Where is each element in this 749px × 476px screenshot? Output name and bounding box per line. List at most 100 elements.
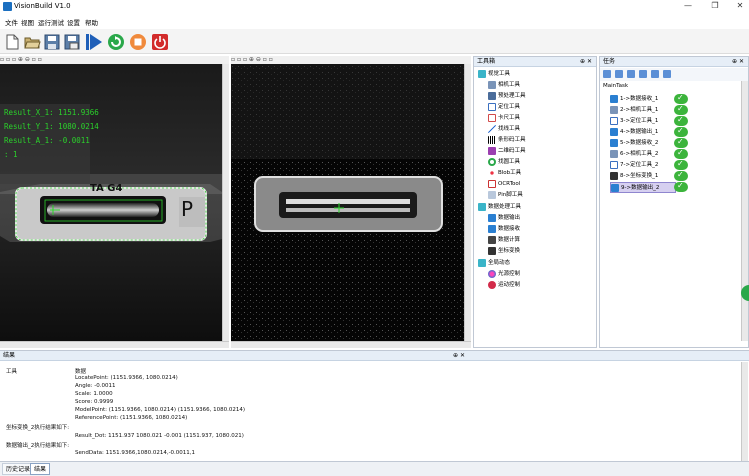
tool-preprocess[interactable]: 预处理工具 <box>488 91 526 101</box>
menu-file[interactable]: 文件 <box>5 17 18 27</box>
tool-locate[interactable]: 定位工具 <box>488 102 520 112</box>
task-item-4[interactable]: 4->数据输出_1 <box>610 127 676 138</box>
image2-tool-icons[interactable]: ▫ ▫ ▫ ⊕ ⊖ ▫ ▫ <box>231 56 273 63</box>
menu-view[interactable]: 视图 <box>21 17 34 27</box>
task-add-icon[interactable] <box>603 70 611 78</box>
result-panel: 结果 ⊕ ✕ 工具 数据 LocatePoint: (1151.9366, 10… <box>0 350 749 461</box>
image-view-1[interactable]: Result_X_1: 1151.9366 Result_Y_1: 1080.0… <box>0 64 222 341</box>
image1-hscrollbar[interactable] <box>0 341 229 348</box>
overlay-result-x: Result_X_1: 1151.9366 <box>4 108 99 117</box>
tool-qrcode[interactable]: 二维码工具 <box>488 146 526 156</box>
task-panel: 任务 ⊕ ✕ MainTask 1->数据接收_1 2->相机工具_1 3->定… <box>599 56 749 348</box>
overlay-result-y: Result_Y_1: 1080.0214 <box>4 122 99 131</box>
tool-data-receive[interactable]: 数据接收 <box>488 224 520 234</box>
task-copy-icon[interactable] <box>627 70 635 78</box>
save-as-icon[interactable] <box>63 33 81 51</box>
loop-run-icon[interactable] <box>107 33 125 51</box>
locate-icon <box>488 102 496 111</box>
folder-icon <box>478 202 486 211</box>
close-button[interactable]: ✕ <box>728 0 749 12</box>
status-ok-icon <box>674 115 688 126</box>
status-ok-icon <box>674 181 688 192</box>
new-file-icon[interactable] <box>3 33 21 51</box>
locate-icon <box>610 116 618 125</box>
status-ok-icon <box>674 148 688 159</box>
upload-icon <box>488 213 496 222</box>
part-label-ta: TA G4 <box>90 183 123 194</box>
toolbox-pin-icon[interactable]: ⊕ ✕ <box>580 57 592 67</box>
result-col-tool: 工具 <box>6 369 18 375</box>
maximize-button[interactable]: ❐ <box>703 0 727 12</box>
tool-data-output[interactable]: 数据输出 <box>488 213 520 223</box>
result-line: Angle: -0.0011 <box>75 383 116 389</box>
save-icon[interactable] <box>43 33 61 51</box>
stop-icon[interactable] <box>129 33 147 51</box>
task-move-up-icon[interactable] <box>639 70 647 78</box>
task-item-5[interactable]: 5->数据接收_2 <box>610 138 676 149</box>
barcode-icon <box>488 135 496 144</box>
result-line: Scale: 1.0000 <box>75 391 113 397</box>
menu-run-test[interactable]: 运行测试 <box>38 17 64 27</box>
caliper-icon <box>488 113 496 122</box>
task-move-down-icon[interactable] <box>651 70 659 78</box>
tool-data-calc[interactable]: 数据计算 <box>488 235 520 245</box>
result-vscrollbar[interactable] <box>741 362 748 461</box>
image1-tool-icons[interactable]: ▫ ▫ ▫ ⊕ ⊖ ▫ ▫ <box>0 56 42 63</box>
task-pin-icon[interactable]: ⊕ ✕ <box>732 57 744 67</box>
menu-settings[interactable]: 设置 <box>67 17 80 27</box>
tool-find-line[interactable]: 找线工具 <box>488 124 520 134</box>
result-line: Score: 0.9999 <box>75 399 114 405</box>
task-settings-icon[interactable] <box>663 70 671 78</box>
tree-group-global[interactable]: 全局动态 <box>478 258 510 268</box>
menu-help[interactable]: 帮助 <box>85 17 98 27</box>
result-header: 结果 ⊕ ✕ <box>0 351 749 361</box>
tool-caliper[interactable]: 卡尺工具 <box>488 113 520 123</box>
task-item-1[interactable]: 1->数据接收_1 <box>610 94 676 105</box>
result-section: 坐标变换_2执行结果如下: <box>6 425 70 431</box>
task-item-6[interactable]: 6->相机工具_2 <box>610 149 676 160</box>
tree-group-vision[interactable]: 视觉工具 <box>478 69 510 79</box>
play-icon[interactable] <box>85 33 103 51</box>
tool-barcode[interactable]: 条形码工具 <box>488 135 526 145</box>
result-line: Result_Dot: 1151.937 1080.021 -0.001 (11… <box>75 433 244 439</box>
tree-group-data[interactable]: 数据处理工具 <box>478 202 521 212</box>
locate-icon <box>610 160 618 169</box>
power-icon[interactable] <box>151 33 169 51</box>
tool-camera[interactable]: 相机工具 <box>488 80 520 90</box>
toolbox-title: 工具箱 <box>477 58 496 65</box>
menu-bar: 文件 视图 运行测试 设置 帮助 <box>0 15 749 27</box>
result-pin-icon[interactable]: ⊕ ✕ <box>453 351 465 361</box>
task-root[interactable]: MainTask <box>603 83 628 89</box>
task-item-7[interactable]: 7->定位工具_2 <box>610 160 676 171</box>
image1-vscrollbar[interactable] <box>222 64 229 341</box>
folder-open-icon[interactable] <box>23 33 41 51</box>
download-icon <box>610 138 618 147</box>
image-icon <box>488 91 496 100</box>
task-item-9[interactable]: 9->数据输出_2 <box>610 182 676 193</box>
image2-vscrollbar[interactable] <box>464 64 471 341</box>
tool-ocr[interactable]: OCRTool <box>488 179 520 189</box>
app-icon <box>3 2 12 11</box>
toolbox-header: 工具箱 ⊕ ✕ <box>474 57 596 67</box>
task-item-3[interactable]: 3->定位工具_1 <box>610 116 676 127</box>
overlay-result-a: Result_A_1: -0.0011 <box>4 136 90 145</box>
tool-blob[interactable]: Blob工具 <box>488 168 521 178</box>
tab-results[interactable]: 结果 <box>30 463 51 475</box>
task-item-2[interactable]: 2->相机工具_1 <box>610 105 676 116</box>
task-item-8[interactable]: 8->坐标变换_1 <box>610 171 676 182</box>
task-delete-icon[interactable] <box>615 70 623 78</box>
image2-hscrollbar[interactable] <box>231 341 471 348</box>
tool-motion-control[interactable]: 运动控制 <box>488 280 520 290</box>
result-line: LocatePoint: (1151.9366, 1080.0214) <box>75 375 178 381</box>
tool-pin[interactable]: Pin脚工具 <box>488 190 523 200</box>
tool-find-circle[interactable]: 找圆工具 <box>488 157 520 167</box>
task-vscrollbar[interactable] <box>741 81 748 341</box>
overlay-result-n: : 1 <box>4 150 18 159</box>
image-view-2[interactable] <box>231 64 464 341</box>
minimize-button[interactable]: — <box>676 0 700 12</box>
tool-coord-transform[interactable]: 坐标变换 <box>488 246 520 256</box>
blob-icon <box>488 168 496 177</box>
download-icon <box>488 224 496 233</box>
camera-icon <box>488 80 496 89</box>
tool-light-control[interactable]: 光源控制 <box>488 269 520 279</box>
